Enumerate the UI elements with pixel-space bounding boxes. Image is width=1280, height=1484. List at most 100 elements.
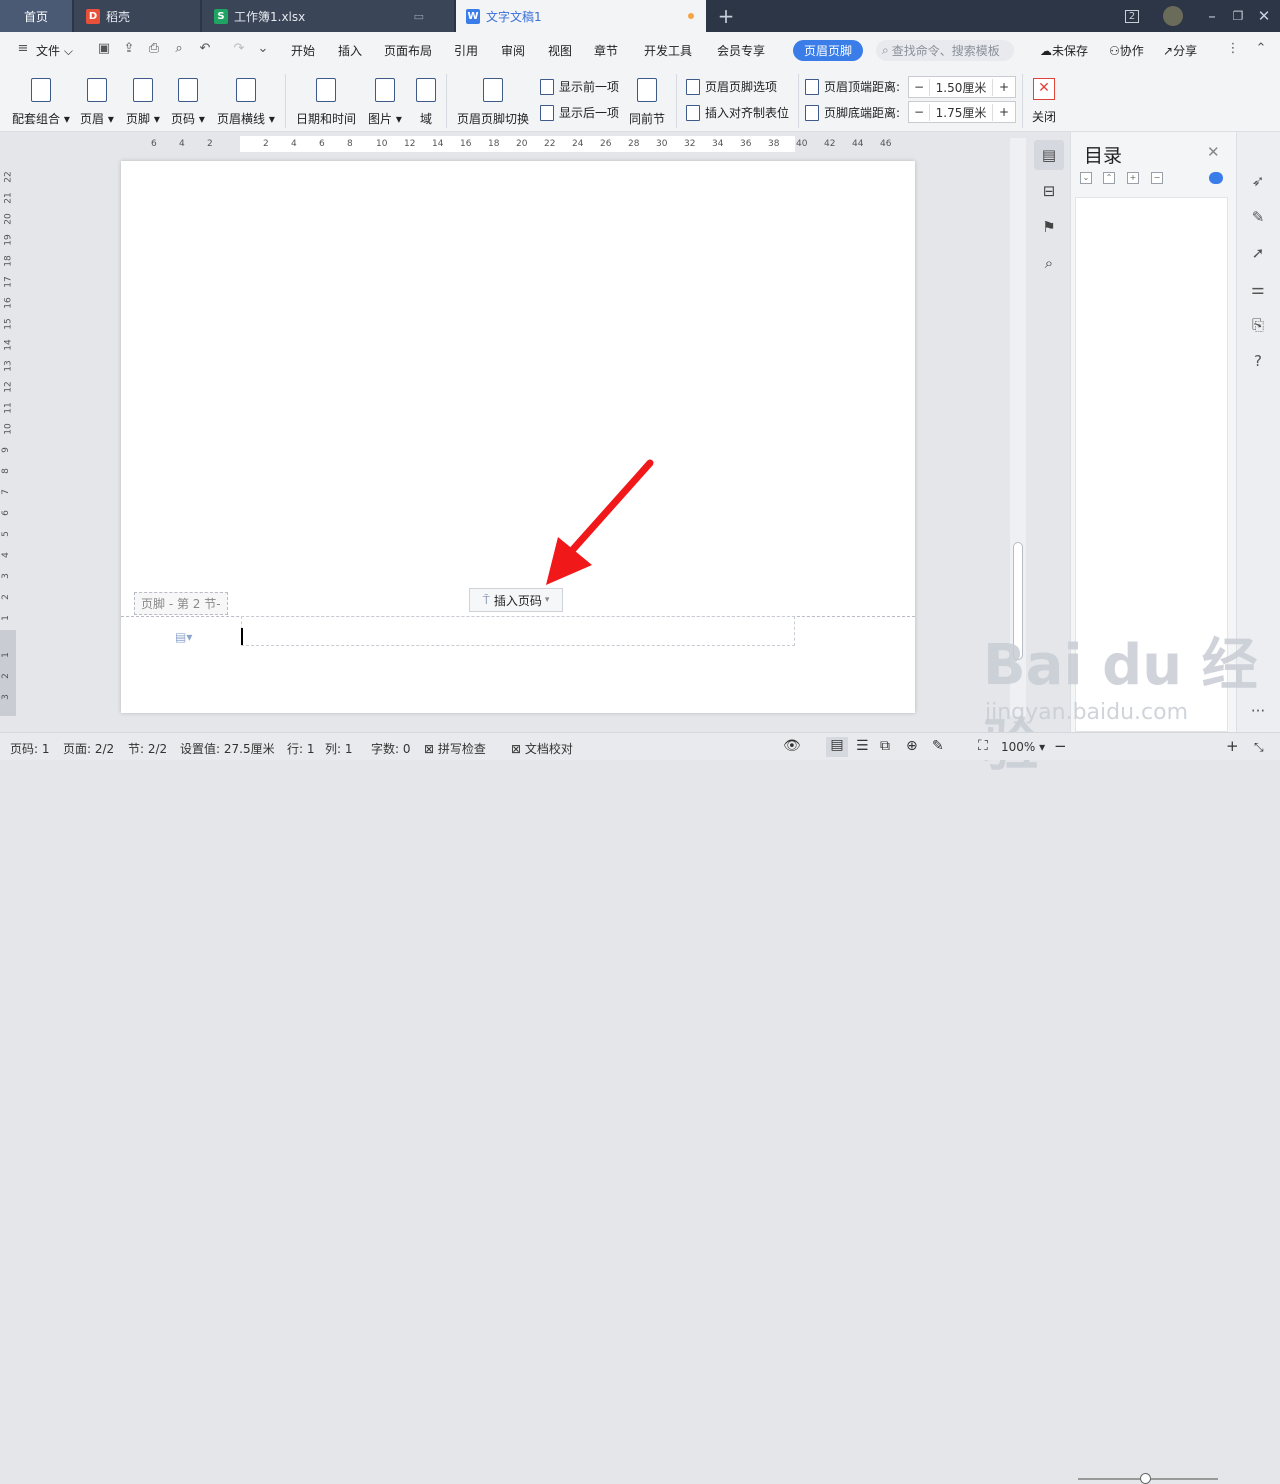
close-icon[interactable]: ✕ (1207, 143, 1220, 161)
header-line-button[interactable]: 页眉横线 ▾ (217, 78, 275, 127)
bookmark-icon[interactable]: ⚑ (1034, 212, 1064, 242)
undo-icon[interactable]: ↶ (196, 40, 214, 58)
status-col[interactable]: 列: 1 (325, 740, 353, 757)
read-mode-icon[interactable]: ⧉ (880, 738, 890, 754)
smart-toc-icon[interactable] (1209, 172, 1223, 184)
zoom-out-icon[interactable]: − (1054, 737, 1067, 755)
header-top-value[interactable]: 1.50厘米 (929, 78, 993, 96)
redo-icon[interactable]: ↷ (230, 40, 248, 58)
tab-daoke[interactable]: D 稻壳 (74, 0, 200, 32)
tab-excel[interactable]: S 工作簿1.xlsx ▭ (202, 0, 454, 32)
window-count-button[interactable]: 2 (1120, 0, 1144, 32)
page-view-icon[interactable]: ▤ (826, 737, 848, 757)
avatar[interactable] (1160, 0, 1186, 32)
adjust-icon[interactable]: ⚌ (1248, 280, 1268, 300)
vruler-tick-label: 20 (3, 213, 14, 225)
backup-icon[interactable]: ⎘ (1248, 316, 1268, 336)
add-level-icon[interactable]: + (1127, 172, 1139, 184)
menu-view[interactable]: 视图 (548, 42, 572, 59)
collaborate-button[interactable]: ⚇协作 (1109, 42, 1144, 59)
switch-button[interactable]: 页眉页脚切换 (457, 78, 529, 127)
export-icon[interactable]: ⇪ (120, 40, 138, 58)
rocket-icon[interactable]: ➶ (1248, 172, 1268, 192)
zoom-slider-thumb[interactable] (1140, 1473, 1151, 1484)
toc-icon[interactable]: ▤ (1034, 140, 1064, 170)
proofread-button[interactable]: ⊠ 文档校对 (511, 740, 573, 757)
quick-access-more-icon[interactable]: ⌄ (254, 40, 272, 58)
options-button[interactable]: 页眉页脚选项 (686, 78, 777, 95)
field-button[interactable]: 域 (416, 78, 436, 127)
menu-references[interactable]: 引用 (454, 42, 478, 59)
header-top-distance-input[interactable]: −1.50厘米 + (908, 76, 1016, 98)
hamburger-icon[interactable]: ≡ (14, 40, 32, 58)
menu-developer[interactable]: 开发工具 (644, 42, 692, 59)
command-search-input[interactable]: ⌕ 查找命令、搜索模板 (876, 40, 1014, 61)
footer-bottom-value[interactable]: 1.75厘米 (929, 103, 993, 121)
restore-icon[interactable]: ❐ (1228, 0, 1248, 32)
expand-icon[interactable]: ⌄ (1080, 172, 1092, 184)
menu-review[interactable]: 审阅 (501, 42, 525, 59)
vruler-tick-label: 1 (0, 615, 11, 621)
write-mode-icon[interactable]: ✎ (932, 738, 944, 754)
spell-check-button[interactable]: ⊠ 拼写检查 (424, 740, 486, 757)
save-icon[interactable]: ▣ (95, 40, 113, 58)
show-next-button[interactable]: 显示后一项 (540, 104, 619, 121)
outline-view-icon[interactable]: ☰ (856, 738, 869, 754)
print-icon[interactable]: ⎙ (145, 40, 163, 58)
fullscreen-icon[interactable]: ⤡ (1254, 740, 1264, 755)
new-tab-button[interactable]: + (714, 0, 738, 32)
decrement-button[interactable]: − (909, 105, 929, 119)
paste-options-icon[interactable]: ▤▾ (175, 630, 192, 644)
menu-layout[interactable]: 页面布局 (384, 42, 432, 59)
cursor-icon[interactable]: ➚ (1248, 244, 1268, 264)
status-pages[interactable]: 页面: 2/2 (63, 740, 114, 757)
header-button[interactable]: 页眉 ▾ (80, 78, 114, 127)
footer-text-area[interactable] (241, 616, 795, 646)
show-previous-button[interactable]: 显示前一项 (540, 78, 619, 95)
decrement-button[interactable]: − (909, 80, 929, 94)
navigation-icon[interactable]: ⊟ (1034, 176, 1064, 206)
increment-button[interactable]: + (993, 80, 1015, 94)
menu-header-footer[interactable]: 页眉页脚 (793, 40, 863, 61)
web-view-icon[interactable]: ⊕ (906, 738, 918, 754)
menu-section[interactable]: 章节 (594, 42, 618, 59)
same-as-previous-button[interactable]: 同前节 (629, 78, 665, 127)
close-header-footer-button[interactable]: ✕ 关闭 (1032, 78, 1056, 125)
tab-home[interactable]: 首页 (0, 0, 72, 32)
insert-tab-button[interactable]: 插入对齐制表位 (686, 104, 789, 121)
zoom-level[interactable]: 100% ▾ (1001, 740, 1045, 754)
set-combo-button[interactable]: 配套组合 ▾ (12, 78, 70, 127)
picture-button[interactable]: 图片 ▾ (368, 78, 402, 127)
collapse-ribbon-icon[interactable]: ⌃ (1252, 40, 1270, 58)
share-button[interactable]: ↗分享 (1163, 42, 1197, 59)
minimize-icon[interactable]: – (1202, 0, 1222, 32)
preview-icon[interactable]: ⌕ (170, 40, 188, 58)
menu-membership[interactable]: 会员专享 (717, 42, 765, 59)
increment-button[interactable]: + (993, 105, 1015, 119)
remove-level-icon[interactable]: − (1151, 172, 1163, 184)
status-page[interactable]: 页码: 1 (10, 740, 50, 757)
find-icon[interactable]: ⌕ (1034, 248, 1064, 278)
status-words[interactable]: 字数: 0 (371, 740, 411, 757)
status-setting[interactable]: 设置值: 27.5厘米 (180, 740, 275, 757)
tab-document[interactable]: W 文字文稿1 (456, 0, 706, 32)
menu-file[interactable]: 文件 ⌵ (36, 42, 73, 59)
zoom-in-icon[interactable]: + (1226, 737, 1239, 755)
pen-icon[interactable]: ✎ (1248, 208, 1268, 228)
daoke-icon: D (86, 8, 100, 24)
menu-start[interactable]: 开始 (291, 42, 315, 59)
eye-protect-icon[interactable]: 👁 (783, 738, 801, 754)
close-window-icon[interactable]: ✕ (1254, 0, 1274, 32)
footer-bottom-distance-input[interactable]: −1.75厘米 + (908, 101, 1016, 123)
more-menu-icon[interactable]: ⋮ (1224, 40, 1242, 58)
collapse-icon[interactable]: ⌃ (1103, 172, 1115, 184)
datetime-button[interactable]: 日期和时间 (296, 78, 356, 127)
page-number-button[interactable]: 页码 ▾ (171, 78, 205, 127)
status-row[interactable]: 行: 1 (287, 740, 315, 757)
footer-button[interactable]: 页脚 ▾ (126, 78, 160, 127)
help-icon[interactable]: ? (1248, 352, 1268, 372)
unsaved-button[interactable]: ☁未保存 (1040, 42, 1088, 59)
menu-insert[interactable]: 插入 (338, 42, 362, 59)
status-section[interactable]: 节: 2/2 (128, 740, 167, 757)
fit-page-icon[interactable]: ⛶ (978, 738, 988, 754)
